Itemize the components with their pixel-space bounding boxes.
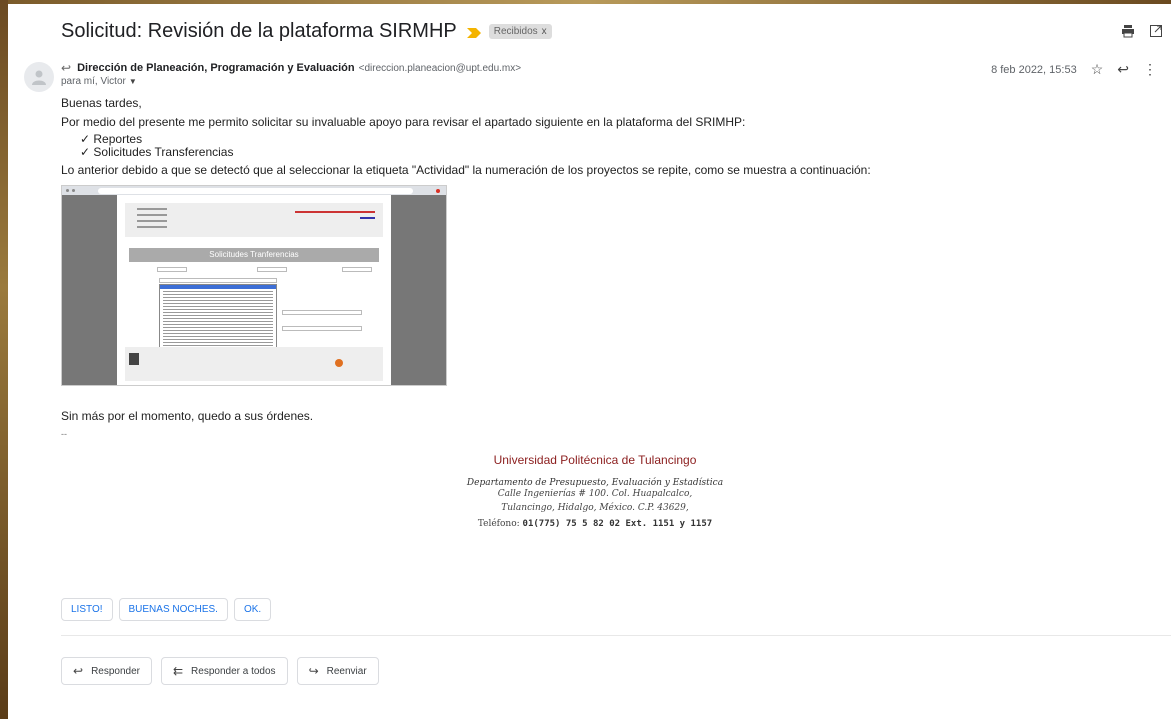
- top-toolbar: [1121, 24, 1163, 41]
- reply-button[interactable]: ↩ Responder: [61, 657, 152, 685]
- check-icon: ✓: [80, 132, 94, 146]
- smart-reply-button[interactable]: BUENAS NOCHES.: [118, 598, 228, 621]
- explanation-paragraph: Lo anterior debido a que se detectó que …: [61, 163, 871, 177]
- check-icon: ✓: [80, 145, 94, 159]
- label-chip-inbox[interactable]: Recibidos x: [488, 24, 552, 39]
- star-icon[interactable]: ☆: [1091, 61, 1104, 78]
- message-meta: 8 feb 2022, 15:53 ☆ ↩ ⋮: [991, 61, 1157, 78]
- phone-label: Teléfono:: [477, 519, 520, 529]
- new-window-icon[interactable]: [1149, 24, 1163, 41]
- smart-reply-button[interactable]: LISTO!: [61, 598, 113, 621]
- forward-button[interactable]: ↪ Reenviar: [296, 657, 379, 685]
- screenshot-margin-left: [62, 195, 117, 385]
- chevron-down-icon[interactable]: ▼: [129, 77, 137, 86]
- screenshot-margin-right: [391, 195, 446, 385]
- screenshot-panel-title: Solicitudes Tranferencias: [129, 248, 379, 262]
- forward-icon: ↪: [308, 664, 319, 678]
- browser-chrome: [62, 186, 446, 195]
- email-subject: Solicitud: Revisión de la plataforma SIR…: [61, 20, 457, 42]
- sender-line: ↩ Dirección de Planeación, Programación …: [61, 61, 521, 75]
- sender-email: <direccion.planeacion@upt.edu.mx>: [358, 62, 522, 74]
- greeting: Buenas tardes,: [61, 96, 142, 110]
- print-icon[interactable]: [1121, 24, 1135, 41]
- intro-paragraph: Por medio del presente me permito solici…: [61, 115, 746, 129]
- reply-all-icon: ⇇: [172, 664, 184, 678]
- reply-actions: ↩ Responder ⇇ Responder a todos ↪ Reenvi…: [61, 657, 379, 685]
- importance-marker-icon[interactable]: [466, 27, 481, 38]
- smart-replies: LISTO! BUENAS NOCHES. OK.: [61, 598, 272, 621]
- person-icon: [32, 70, 46, 85]
- phone-number: 01(775) 75 5 82 02 Ext. 1151 y 1157: [522, 519, 713, 529]
- screenshot-footer: [125, 347, 383, 381]
- signature-address-1: Calle Ingenierías # 100. Col. Huapalcalc…: [497, 489, 693, 499]
- screenshot-page: Solicitudes Tranferencias: [117, 195, 391, 385]
- screenshot-header-box: [125, 203, 383, 237]
- embedded-screenshot[interactable]: Solicitudes Tranferencias: [61, 185, 447, 386]
- replied-indicator-icon: ↩: [61, 61, 72, 75]
- avatar[interactable]: [24, 62, 54, 92]
- window-frame-left: [0, 0, 8, 719]
- sender-name[interactable]: Dirección de Planeación, Programación y …: [77, 62, 355, 74]
- email-view: Solicitud: Revisión de la plataforma SIR…: [8, 4, 1171, 719]
- recipients-text: para mí, Victor: [61, 76, 126, 87]
- closing-line: Sin más por el momento, quedo a sus órde…: [61, 409, 314, 423]
- list-item: ✓ Solicitudes Transferencias: [80, 145, 234, 159]
- recipients-toggle[interactable]: para mí, Victor ▼: [61, 76, 137, 87]
- subject-row: Solicitud: Revisión de la plataforma SIR…: [61, 20, 552, 43]
- divider: [61, 635, 1171, 636]
- email-date: 8 feb 2022, 15:53: [991, 63, 1077, 76]
- reply-all-button[interactable]: ⇇ Responder a todos: [160, 657, 288, 685]
- signature-university: Universidad Politécnica de Tulancingo: [493, 453, 697, 467]
- reply-icon: ↩: [73, 664, 84, 678]
- signature-separator: --: [61, 429, 67, 439]
- checklist: ✓ Reportes ✓ Solicitudes Transferencias: [80, 133, 233, 159]
- signature-department: Departamento de Presupuesto, Evaluación …: [466, 478, 724, 488]
- more-vert-icon[interactable]: ⋮: [1143, 61, 1157, 78]
- signature-address-2: Tulancingo, Hidalgo, México. C.P. 43629,: [501, 503, 689, 513]
- signature-phone: Teléfono: 01(775) 75 5 82 02 Ext. 1151 y…: [445, 519, 745, 529]
- smart-reply-button[interactable]: OK.: [233, 598, 272, 621]
- remove-label-icon[interactable]: x: [542, 26, 547, 37]
- label-chip-text: Recibidos: [493, 26, 538, 37]
- reply-icon[interactable]: ↩: [1117, 61, 1129, 78]
